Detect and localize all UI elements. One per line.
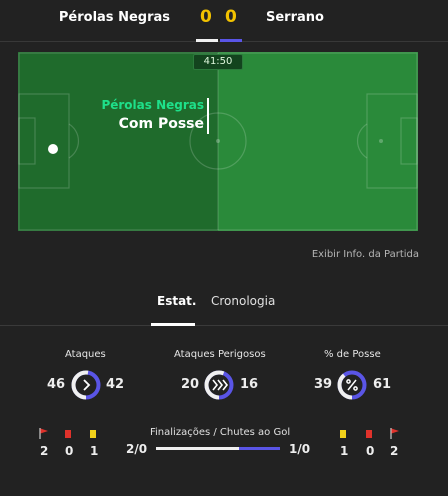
shots-title: Finalizações / Chutes ao Gol (150, 427, 291, 438)
away-shots-value: 1/0 (289, 442, 311, 456)
away-yellow-cards-count: 1 (340, 444, 349, 458)
home-corners-count: 2 (40, 444, 49, 458)
shots-bar-away (239, 447, 280, 450)
red-card-icon (366, 430, 372, 438)
dangerous-attacks-away-value: 16 (240, 377, 259, 392)
dangerous-attacks-donut (203, 369, 235, 401)
home-shots-value: 2/0 (126, 442, 148, 456)
away-corners-count: 2 (390, 444, 399, 458)
home-score: 0 (200, 7, 212, 27)
corner-flag-icon (39, 428, 48, 439)
shots-bar-home (156, 447, 239, 450)
home-team-color-bar (196, 39, 218, 42)
corner-flag-icon (390, 428, 399, 439)
tab-bar: Estat. Cronologia (0, 290, 448, 326)
possession-marker (207, 98, 209, 134)
ball-icon (48, 144, 58, 154)
shots-bar (156, 447, 280, 450)
tab-timeline[interactable]: Cronologia (211, 294, 275, 308)
possession-donut (336, 369, 368, 401)
match-info-link[interactable]: Exibir Info. da Partida (312, 249, 419, 260)
home-team-name: Pérolas Negras (58, 10, 170, 25)
away-team-color-bar (220, 39, 242, 42)
double-chevron-icon (212, 379, 229, 391)
dangerous-attacks-home-value: 20 (181, 377, 200, 392)
possession-away-value: 61 (373, 377, 392, 392)
possession-title: % de Posse (324, 349, 381, 360)
possession-team-name: Pérolas Negras (101, 98, 204, 112)
away-team-name: Serrano (266, 10, 324, 25)
attacks-away-value: 42 (106, 377, 125, 392)
away-score: 0 (225, 7, 237, 27)
live-pitch (18, 52, 418, 231)
pitch-graphic (18, 52, 418, 231)
attacks-title: Ataques (65, 349, 106, 360)
chevron-right-icon (83, 379, 91, 391)
yellow-card-icon (340, 430, 346, 438)
percent-icon (346, 379, 358, 391)
tab-stats[interactable]: Estat. (157, 294, 196, 308)
score-header: Pérolas Negras 0 0 Serrano (0, 0, 448, 42)
yellow-card-icon (90, 430, 96, 438)
attacks-home-value: 46 (47, 377, 66, 392)
dangerous-attacks-title: Ataques Perigosos (174, 349, 266, 360)
possession-label: Com Posse (118, 116, 204, 132)
home-red-cards-count: 0 (65, 444, 74, 458)
red-card-icon (65, 430, 71, 438)
home-yellow-cards-count: 1 (90, 444, 99, 458)
match-clock: 41:50 (193, 54, 243, 70)
attacks-donut (70, 369, 102, 401)
away-red-cards-count: 0 (366, 444, 375, 458)
active-tab-indicator (151, 323, 195, 326)
possession-home-value: 39 (314, 377, 333, 392)
